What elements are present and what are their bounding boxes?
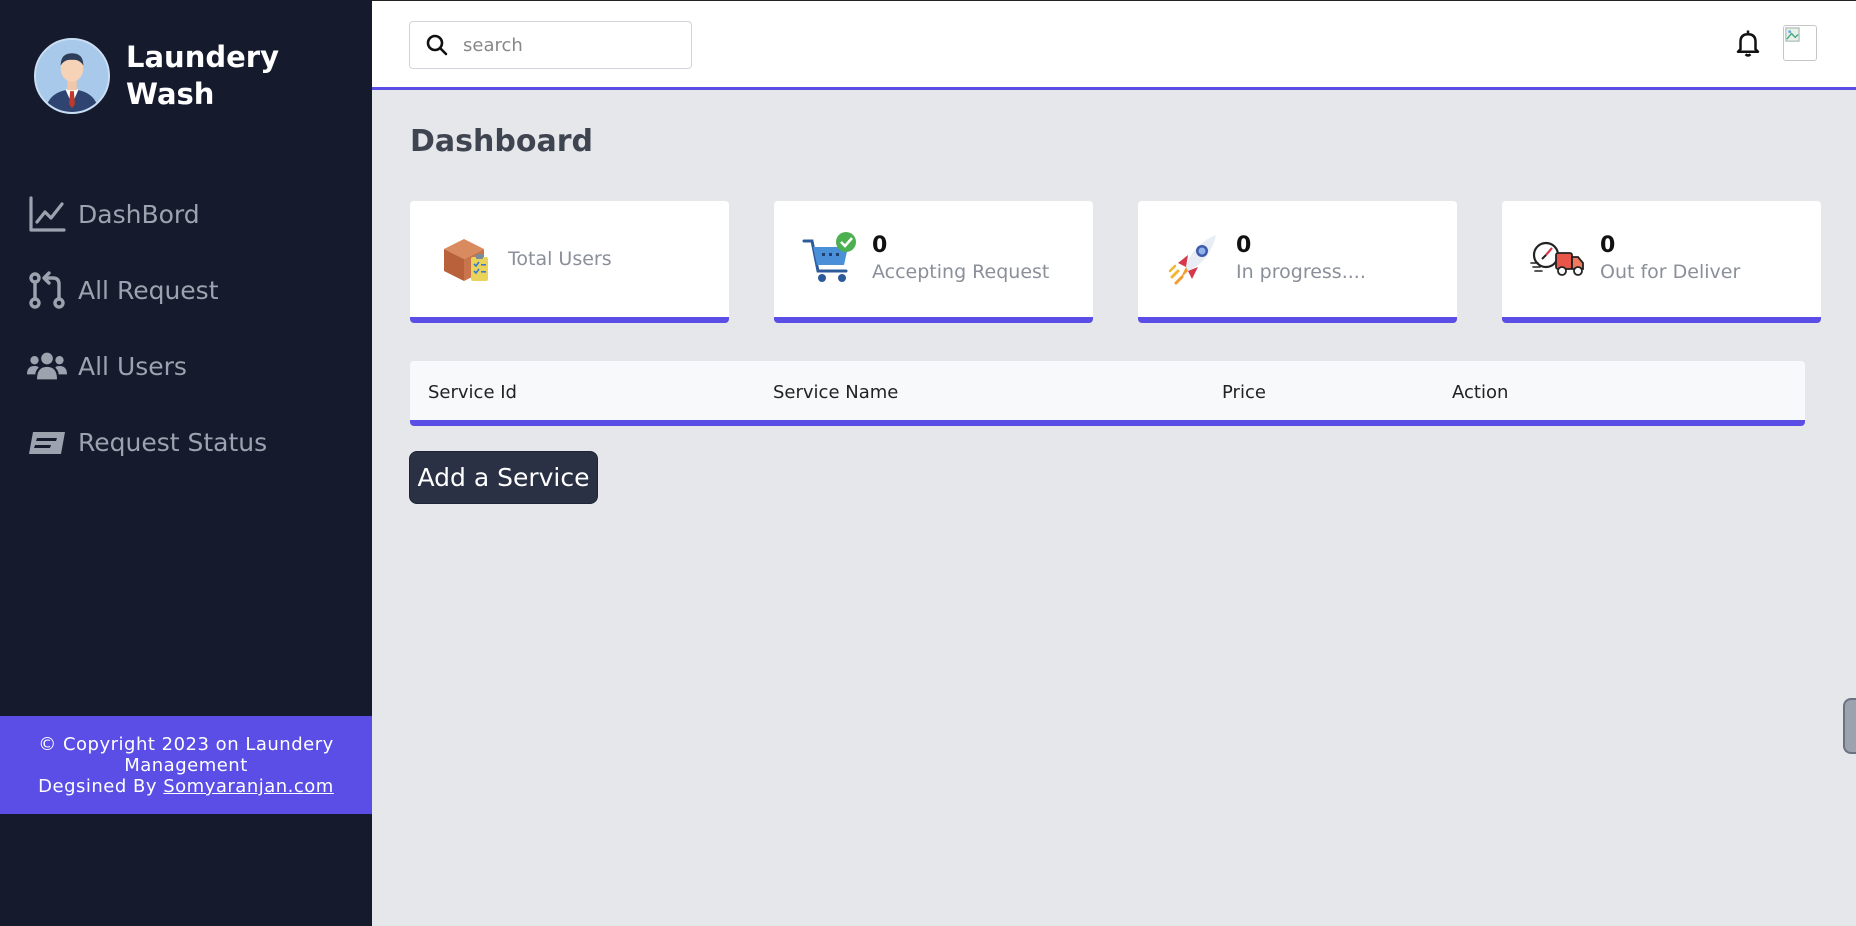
sidebar-item-all-request[interactable]: All Request <box>26 252 267 328</box>
broken-image-icon <box>1785 27 1800 42</box>
brand: Laundery Wash <box>34 38 316 114</box>
sidebar-item-dashboard[interactable]: DashBord <box>26 176 267 252</box>
package-icon <box>438 231 494 287</box>
envelope-stamp-icon <box>26 421 68 463</box>
page-title: Dashboard <box>410 124 593 159</box>
card-value: 0 <box>872 233 888 258</box>
users-icon <box>26 345 68 387</box>
scroll-handle[interactable] <box>1843 698 1856 754</box>
card-text: 0 Accepting Request <box>872 233 1049 285</box>
designed-by: Degsined By Somyaranjan.com <box>0 776 372 797</box>
column-header-action[interactable]: Action <box>1452 382 1508 403</box>
sidebar-item-request-status[interactable]: Request Status <box>26 404 267 480</box>
column-header-price[interactable]: Price <box>1222 382 1266 403</box>
designer-link[interactable]: Somyaranjan.com <box>163 776 334 797</box>
sidebar-footer: © Copyright 2023 on Laundery Management … <box>0 716 372 814</box>
notification-bell-icon[interactable] <box>1733 28 1763 58</box>
column-header-service-name[interactable]: Service Name <box>773 382 898 403</box>
sidebar-item-label: All Users <box>78 351 187 381</box>
delivery-truck-icon <box>1530 231 1586 287</box>
column-header-service-id[interactable]: Service Id <box>428 382 517 403</box>
stat-card-out-for-deliver: 0 Out for Deliver <box>1502 201 1821 323</box>
card-label: Accepting Request <box>872 261 1050 283</box>
card-text: Total Users <box>508 246 612 272</box>
card-value: 0 <box>1600 233 1616 258</box>
search-input[interactable] <box>463 34 663 56</box>
businessman-avatar-icon <box>36 40 108 112</box>
stat-card-accepting-request: 0 Accepting Request <box>774 201 1093 323</box>
card-value: 0 <box>1236 233 1252 258</box>
card-label: Total Users <box>508 248 612 270</box>
avatar <box>34 38 110 114</box>
top-header <box>372 0 1856 90</box>
sidebar: Laundery Wash DashBord All Request All U… <box>0 0 372 926</box>
designed-by-prefix: Degsined By <box>38 776 164 797</box>
sidebar-item-label: DashBord <box>78 199 200 229</box>
code-pull-request-icon <box>26 269 68 311</box>
copyright-text: © Copyright 2023 on Laundery Management <box>38 734 334 776</box>
stat-card-in-progress: 0 In progress.... <box>1138 201 1457 323</box>
sidebar-item-label: Request Status <box>78 427 268 457</box>
add-service-button[interactable]: Add a Service <box>409 451 598 504</box>
search-icon <box>426 34 448 56</box>
user-profile-image[interactable] <box>1783 25 1817 61</box>
rocket-icon <box>1166 231 1222 287</box>
sidebar-item-all-users[interactable]: All Users <box>26 328 267 404</box>
services-table-header: Service Id Service Name Price Action <box>410 361 1805 426</box>
sidebar-item-label: All Request <box>78 275 219 305</box>
brand-name: Laundery Wash <box>126 40 279 111</box>
card-label: Out for Deliver <box>1600 261 1741 283</box>
shopping-cart-check-icon <box>802 231 858 287</box>
card-text: 0 In progress.... <box>1236 233 1366 285</box>
sidebar-nav: DashBord All Request All Users Request S… <box>26 176 267 480</box>
card-label: In progress.... <box>1236 261 1366 283</box>
stat-card-total-users: Total Users <box>410 201 729 323</box>
chart-line-icon <box>26 193 68 235</box>
search-box[interactable] <box>409 21 692 69</box>
card-text: 0 Out for Deliver <box>1600 233 1740 285</box>
